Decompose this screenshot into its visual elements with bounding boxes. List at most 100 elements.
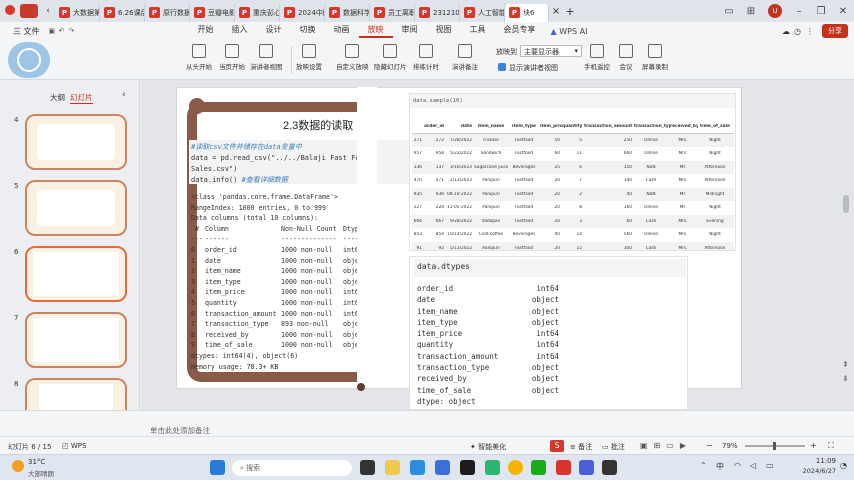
tab-slides[interactable]: 幻灯片 xyxy=(70,92,93,104)
comments-toggle[interactable]: ▭ 批注 xyxy=(602,442,625,452)
vertical-scrollbar[interactable] xyxy=(843,195,849,213)
beautify-button[interactable]: ✦ 智能美化 xyxy=(470,442,506,452)
file-menu[interactable]: 三 文件 xyxy=(4,26,49,37)
slide-thumbnail-6[interactable] xyxy=(25,246,127,302)
view-mode-icons[interactable]: ▣⊞▭▶ xyxy=(640,441,692,450)
screen-record-button[interactable]: 屏幕录制 xyxy=(642,44,668,71)
clock-time[interactable]: 11:09 xyxy=(800,457,836,465)
close-tab-icon[interactable]: × xyxy=(549,6,563,17)
from-start-button[interactable]: 从头开始 xyxy=(186,44,212,71)
meeting-button[interactable]: 会议 xyxy=(619,44,633,71)
notes-toggle[interactable]: ≡ 备注 xyxy=(570,442,592,452)
more-icon[interactable]: ⋮ xyxy=(806,27,818,36)
terminal-icon[interactable] xyxy=(602,460,617,475)
browser-tab[interactable]: P 重庆彭心 xyxy=(235,3,280,22)
home-icon[interactable] xyxy=(20,4,38,18)
menu-item[interactable]: 开始 xyxy=(189,24,223,38)
menu-item[interactable]: 放映 xyxy=(358,24,393,38)
browser-tab[interactable]: P 块6 xyxy=(505,3,549,22)
from-current-button[interactable]: 当页开始 xyxy=(219,44,245,71)
file-explorer-icon[interactable] xyxy=(385,460,400,475)
maximize-button[interactable]: ❐ xyxy=(810,6,832,17)
tray-chevron-icon[interactable]: ⌃ xyxy=(700,461,707,470)
app-menu-icon[interactable] xyxy=(0,4,20,18)
network-icon[interactable]: ◠ xyxy=(734,461,741,470)
browser-tab[interactable]: P 员工离职 xyxy=(370,3,415,22)
menu-item[interactable]: 设计 xyxy=(257,24,291,38)
zoom-slider-thumb[interactable] xyxy=(773,442,776,450)
next-slide-icon[interactable]: ⇟ xyxy=(842,374,849,383)
history-icon[interactable]: ◷ xyxy=(794,27,806,36)
speaker-view-button[interactable]: 演讲者视图 xyxy=(250,44,283,71)
notification-icon[interactable]: ◔ xyxy=(840,461,847,470)
collapse-panel-icon[interactable]: ‹ xyxy=(122,90,126,100)
speaker-notes-button[interactable]: 演讲备注 xyxy=(452,44,478,71)
browser-tab[interactable]: P 6.26课后 xyxy=(100,3,145,22)
layout-icon[interactable]: ▭ xyxy=(718,6,740,17)
monitor-select[interactable]: 主要显示器 ▾ xyxy=(520,45,582,57)
slideshow-setup-button[interactable]: 放映设置 xyxy=(296,44,322,71)
browser-tab[interactable]: P2024中国 xyxy=(280,3,325,22)
browser-tab[interactable]: P 原行数据 xyxy=(145,3,190,22)
chevron-left-icon[interactable]: ‹ xyxy=(41,6,55,16)
app-icon[interactable] xyxy=(485,460,500,475)
undo-icon[interactable]: ↶ xyxy=(59,27,69,35)
menu-item[interactable]: 会员专享 xyxy=(495,24,545,38)
code-comment-2: #查看详细数据 xyxy=(241,176,288,184)
browser-tab[interactable]: P 大数据第 xyxy=(55,3,100,22)
wechat-icon[interactable] xyxy=(531,460,546,475)
zoom-level[interactable]: 79% xyxy=(722,442,738,450)
timer-widget[interactable] xyxy=(8,42,50,78)
browser-tab[interactable]: P 人工智能 xyxy=(460,3,505,22)
pycharm-icon[interactable] xyxy=(460,460,475,475)
redo-icon[interactable]: ↷ xyxy=(69,27,79,35)
browser-tab[interactable]: P2312101 xyxy=(415,3,460,22)
menu-item[interactable]: 工具 xyxy=(461,24,495,38)
taskbar-search[interactable]: ⌕ 搜索 xyxy=(232,460,352,476)
tab-outline[interactable]: 大纲 xyxy=(50,92,65,103)
rehearse-timing-button[interactable]: 排练计时 xyxy=(413,44,439,71)
chrome-icon[interactable] xyxy=(508,460,523,475)
ime-icon[interactable]: S xyxy=(550,440,564,452)
task-view-icon[interactable] xyxy=(360,460,375,475)
user-avatar[interactable]: U xyxy=(768,4,782,18)
volume-icon[interactable]: ◁ xyxy=(750,461,756,470)
add-tab-icon[interactable]: + xyxy=(563,5,577,18)
slide-thumbnail-4[interactable] xyxy=(25,114,127,170)
wps-ai-button[interactable]: ▲ WPS AI xyxy=(545,27,594,36)
fit-window-icon[interactable]: ⛶ xyxy=(828,441,834,451)
store-icon[interactable] xyxy=(435,460,450,475)
phone-remote-button[interactable]: 手机遥控 xyxy=(584,44,610,71)
battery-icon[interactable]: ▭ xyxy=(766,461,774,470)
slide-thumbnail-7[interactable] xyxy=(25,312,127,368)
wps-icon[interactable] xyxy=(556,460,571,475)
browser-tab[interactable]: P 数据科学 xyxy=(325,3,370,22)
ime-lang[interactable]: 中 xyxy=(716,461,724,472)
menu-item[interactable]: 切换 xyxy=(291,24,325,38)
menu-item[interactable]: 动画 xyxy=(325,24,359,38)
windows-start-icon[interactable] xyxy=(210,460,225,475)
menu-item[interactable]: 插入 xyxy=(223,24,257,38)
prev-slide-icon[interactable]: ⇞ xyxy=(842,360,849,369)
minimize-button[interactable]: – xyxy=(788,6,810,17)
app2-icon[interactable] xyxy=(579,460,594,475)
edge-icon[interactable] xyxy=(410,460,425,475)
hide-slide-button[interactable]: 隐藏幻灯片 xyxy=(374,44,407,71)
zoom-in-icon[interactable]: + xyxy=(810,441,817,450)
menu-item[interactable]: 视图 xyxy=(427,24,461,38)
cloud-icon[interactable]: ☁ xyxy=(782,27,794,36)
save-icon[interactable]: ▣ xyxy=(49,27,59,35)
theme-name[interactable]: ◰ WPS xyxy=(62,442,86,450)
notes-placeholder[interactable]: 单击此处添加备注 xyxy=(150,425,210,436)
share-button[interactable]: 分享 xyxy=(822,24,848,38)
presenter-view-checkbox[interactable] xyxy=(498,63,506,71)
slide-thumbnail-5[interactable] xyxy=(25,180,127,236)
menu-item[interactable]: 审阅 xyxy=(393,24,427,38)
grid-icon[interactable]: ⊞ xyxy=(740,6,762,17)
custom-show-button[interactable]: 自定义放映 xyxy=(336,44,369,71)
close-window-button[interactable]: ✕ xyxy=(832,6,854,17)
clock-date[interactable]: 2024/6/27 xyxy=(796,467,836,475)
zoom-out-icon[interactable]: − xyxy=(706,441,713,450)
browser-tab[interactable]: P 豆瓣电影 xyxy=(190,3,235,22)
slide-thumbnail-8[interactable] xyxy=(25,378,127,412)
